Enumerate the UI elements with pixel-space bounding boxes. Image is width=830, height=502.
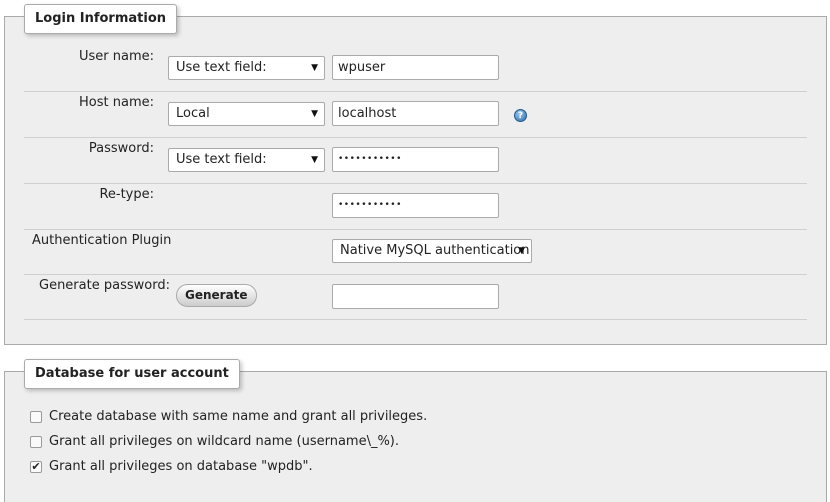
login-information-legend: Login Information [24, 4, 178, 34]
host-name-type-select[interactable]: Local ▼ [168, 102, 325, 126]
chevron-down-icon: ▼ [518, 246, 525, 256]
wpdb-privileges-checkbox[interactable]: ✔ [30, 461, 42, 473]
user-name-type-value: Use text field: [176, 60, 267, 75]
retype-label: Re-type: [99, 187, 154, 202]
create-database-checkbox[interactable] [30, 411, 42, 423]
auth-plugin-label: Authentication Plugin [32, 233, 172, 248]
auth-plugin-value: Native MySQL authentication [340, 243, 530, 258]
wildcard-privileges-checkbox[interactable] [30, 436, 42, 448]
wildcard-privileges-label: Grant all privileges on wildcard name (u… [49, 434, 400, 449]
user-name-input[interactable]: wpuser [332, 55, 499, 80]
user-name-label: User name: [78, 49, 154, 64]
checkmark-icon: ✔ [31, 460, 41, 473]
chevron-down-icon: ▼ [311, 109, 318, 119]
generate-button[interactable]: Generate [176, 284, 257, 307]
help-icon[interactable]: ? [514, 109, 527, 122]
database-account-legend: Database for user account [24, 359, 240, 389]
login-information-fieldset: Login Information User name: Use text fi… [4, 4, 827, 345]
chevron-down-icon: ▼ [311, 155, 318, 165]
generate-password-label: Generate password: [39, 278, 170, 293]
chevron-down-icon: ▼ [311, 63, 318, 73]
retype-password-input[interactable]: ••••••••••• [332, 193, 499, 218]
password-label: Password: [88, 141, 154, 156]
generated-password-input[interactable] [332, 284, 499, 309]
create-database-label: Create database with same name and grant… [49, 409, 428, 424]
wpdb-privileges-label: Grant all privileges on database "wpdb". [49, 459, 313, 474]
user-name-type-select[interactable]: Use text field: ▼ [168, 56, 325, 80]
password-input[interactable]: ••••••••••• [332, 147, 499, 172]
password-type-value: Use text field: [176, 152, 267, 167]
host-name-type-value: Local [176, 106, 210, 121]
host-name-input[interactable]: localhost [332, 101, 499, 126]
auth-plugin-select[interactable]: Native MySQL authentication ▼ [332, 239, 532, 263]
host-name-label: Host name: [79, 95, 154, 110]
password-type-select[interactable]: Use text field: ▼ [168, 148, 325, 172]
database-account-fieldset: Database for user account Create databas… [4, 359, 827, 502]
